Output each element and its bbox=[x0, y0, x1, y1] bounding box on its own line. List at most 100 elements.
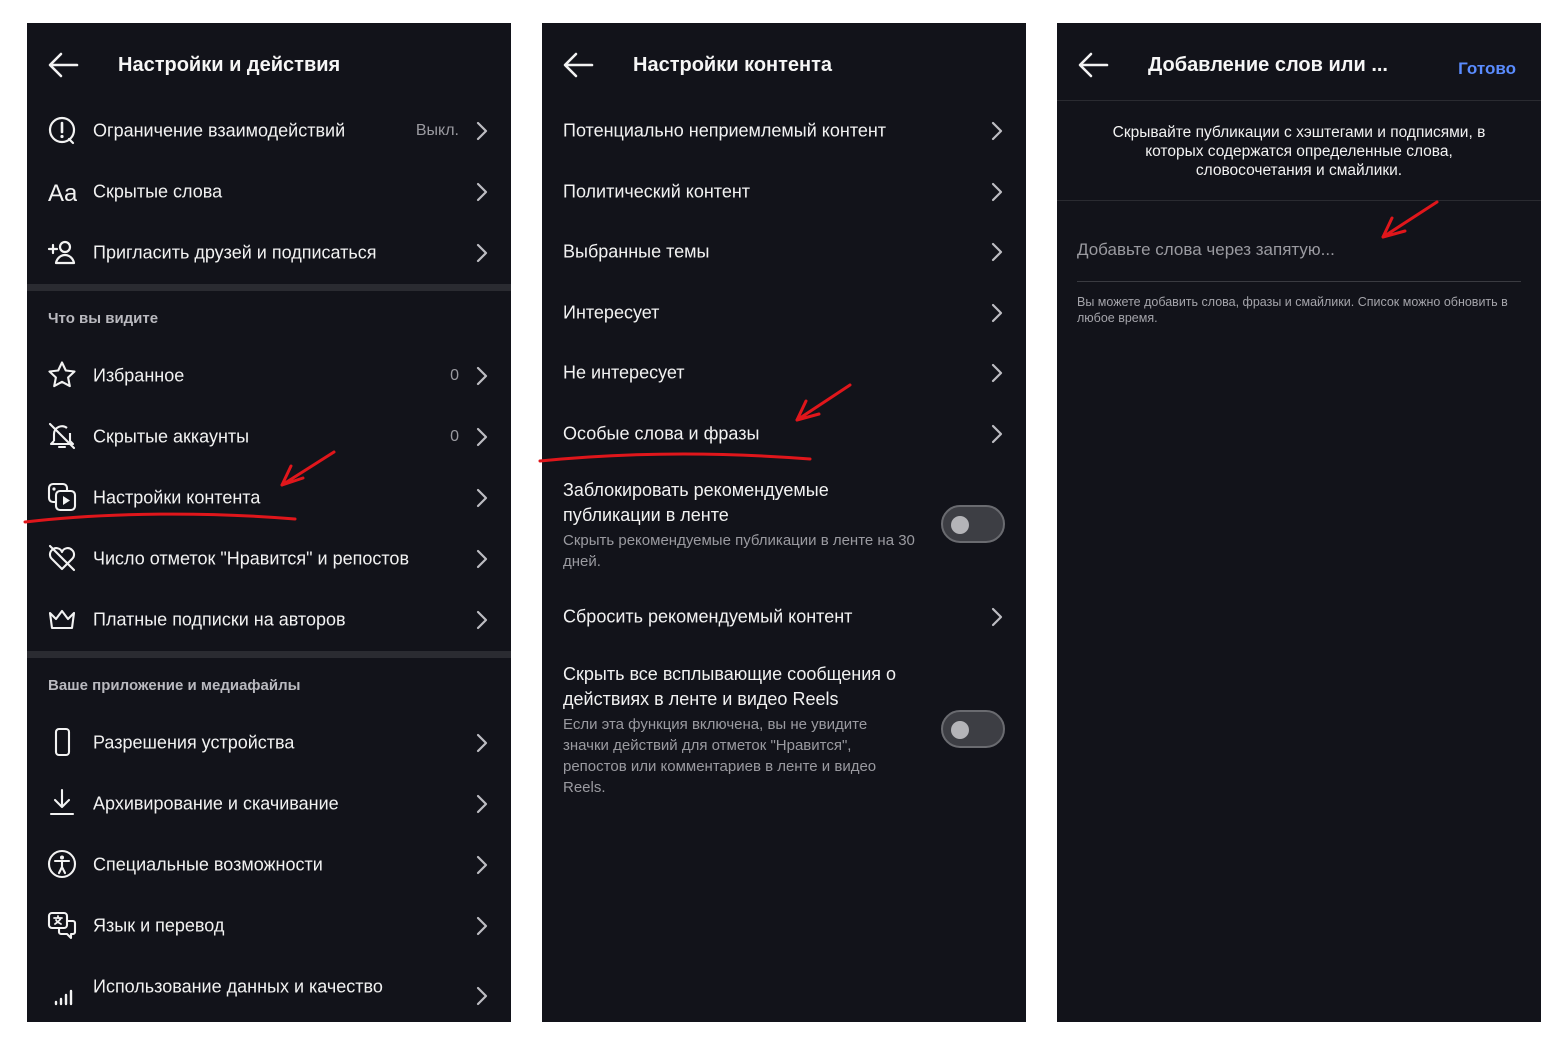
chevron-right-icon bbox=[476, 916, 488, 935]
row-label: Избранное bbox=[93, 365, 185, 385]
settings-row-invite-friends[interactable]: Пригласить друзей и подписаться bbox=[27, 222, 511, 283]
phone-icon bbox=[54, 727, 71, 757]
row-label: Скрытые слова bbox=[93, 181, 223, 201]
row-label: Число отметок "Нравится" и репостов bbox=[93, 548, 410, 568]
settings-row-archive-download[interactable]: Архивирование и скачивание bbox=[27, 773, 511, 834]
settings-row-data-usage[interactable]: Использование данных и качество bbox=[27, 956, 511, 1017]
row-label: Интересует bbox=[563, 302, 660, 322]
row-label: Архивирование и скачивание bbox=[93, 793, 339, 813]
input-underline bbox=[1077, 281, 1521, 282]
chevron-right-icon bbox=[476, 121, 488, 140]
chevron-right-icon bbox=[476, 549, 488, 568]
settings-row-content-settings[interactable]: Настройки контента bbox=[27, 467, 511, 528]
input-hint: Вы можете добавить слова, фразы и смайли… bbox=[1077, 295, 1508, 325]
chevron-right-icon bbox=[476, 488, 488, 507]
words-input[interactable]: Добавьте слова через запятую... bbox=[1077, 240, 1335, 260]
chevron-right-icon bbox=[991, 182, 1003, 201]
row-label: Использование данных и качество bbox=[93, 976, 383, 996]
page-title: Настройки контента bbox=[633, 54, 833, 76]
content-row-not-interested[interactable]: Не интересует bbox=[542, 342, 1026, 403]
settings-row-hidden-words[interactable]: Aa Скрытые слова bbox=[27, 161, 511, 222]
download-icon bbox=[49, 788, 75, 816]
chevron-right-icon bbox=[991, 303, 1003, 322]
settings-row-like-counts[interactable]: Число отметок "Нравится" и репостов bbox=[27, 528, 511, 589]
row-label: Особые слова и фразы bbox=[563, 423, 760, 443]
chevron-right-icon bbox=[991, 424, 1003, 443]
section-divider bbox=[27, 284, 511, 291]
alert-circle-icon bbox=[48, 116, 76, 145]
section-divider bbox=[27, 651, 511, 658]
toggle-knob bbox=[951, 516, 969, 534]
back-arrow-icon[interactable] bbox=[1077, 51, 1109, 79]
settings-row-accessibility[interactable]: Специальные возможности bbox=[27, 834, 511, 895]
settings-row-device-permissions[interactable]: Разрешения устройства bbox=[27, 712, 511, 773]
chevron-right-icon bbox=[476, 182, 488, 201]
chevron-right-icon bbox=[476, 794, 488, 813]
back-arrow-icon[interactable] bbox=[47, 51, 79, 79]
header: Настройки и действия bbox=[27, 23, 511, 107]
chevron-right-icon bbox=[476, 610, 488, 629]
row-value: Выкл. bbox=[415, 121, 459, 139]
content-row-selected-topics[interactable]: Выбранные темы bbox=[542, 221, 1026, 282]
content-settings-screen: Настройки контента Потенциально неприемл… bbox=[542, 23, 1026, 1022]
row-label: Сбросить рекомендуемый контент bbox=[563, 606, 853, 626]
setting-title: Заблокировать рекомендуемые публикации в… bbox=[563, 480, 829, 525]
section-header: Что вы видите bbox=[48, 310, 159, 327]
content-row-political[interactable]: Политический контент bbox=[542, 161, 1026, 222]
chevron-right-icon bbox=[476, 986, 488, 1006]
crown-icon bbox=[48, 609, 76, 630]
setting-description: Скрыть рекомендуемые публикации в ленте … bbox=[563, 532, 915, 570]
row-label: Скрытые аккаунты bbox=[93, 426, 250, 446]
section-header: Ваше приложение и медиафайлы bbox=[48, 677, 301, 694]
chevron-right-icon bbox=[476, 243, 488, 262]
signal-bars-icon bbox=[54, 989, 73, 1006]
settings-row-language[interactable]: Язык и перевод bbox=[27, 895, 511, 956]
content-row-interested[interactable]: Интересует bbox=[542, 282, 1026, 343]
settings-row-interaction-limits[interactable]: Ограничение взаимодействий Выкл. bbox=[27, 100, 511, 161]
add-user-icon bbox=[47, 240, 76, 265]
content-row-sensitive[interactable]: Потенциально неприемлемый контент bbox=[542, 100, 1026, 161]
chevron-right-icon bbox=[991, 363, 1003, 382]
row-value: 0 bbox=[450, 427, 459, 445]
row-label: Язык и перевод bbox=[93, 915, 225, 935]
content-media-icon bbox=[47, 482, 77, 512]
chevron-right-icon bbox=[991, 242, 1003, 261]
settings-row-paid-subscriptions[interactable]: Платные подписки на авторов bbox=[27, 589, 511, 650]
content-row-special-words[interactable]: Особые слова и фразы bbox=[542, 403, 1026, 464]
hidden-words-description: Скрывайте публикации с хэштегами и подпи… bbox=[1112, 124, 1486, 179]
row-label: Ограничение взаимодействий bbox=[93, 120, 346, 140]
done-button[interactable]: Готово bbox=[1458, 59, 1516, 79]
text-aa-icon: Aa bbox=[48, 180, 77, 206]
row-label: Политический контент bbox=[563, 181, 751, 201]
settings-and-actions-screen: Настройки и действия Ограничение взаимод… bbox=[27, 23, 511, 1022]
row-label: Настройки контента bbox=[93, 487, 261, 507]
header-divider bbox=[1057, 100, 1541, 101]
row-label: Потенциально неприемлемый контент bbox=[563, 120, 887, 140]
content-row-reset-suggested[interactable]: Сбросить рекомендуемый контент bbox=[542, 586, 1026, 647]
row-value: 0 bbox=[450, 366, 459, 384]
chevron-right-icon bbox=[991, 121, 1003, 140]
hide-activity-popups-toggle[interactable] bbox=[941, 710, 1005, 748]
settings-row-favorites[interactable]: Избранное 0 bbox=[27, 345, 511, 406]
accessibility-icon bbox=[47, 849, 77, 879]
row-label: Выбранные темы bbox=[563, 241, 710, 261]
setting-title: Скрыть все всплывающие сообщения о дейст… bbox=[563, 664, 897, 709]
block-suggested-posts-setting: Заблокировать рекомендуемые публикации в… bbox=[563, 478, 923, 572]
muted-bell-icon bbox=[48, 422, 76, 450]
hide-activity-popups-setting: Скрыть все всплывающие сообщения о дейст… bbox=[563, 662, 923, 798]
svg-text:Aa: Aa bbox=[48, 180, 77, 206]
header: Настройки контента bbox=[542, 23, 1026, 107]
settings-row-hidden-accounts[interactable]: Скрытые аккаунты 0 bbox=[27, 406, 511, 467]
row-label: Не интересует bbox=[563, 362, 685, 382]
back-arrow-icon[interactable] bbox=[562, 51, 594, 79]
add-words-screen: Добавление слов или ... Готово Скрывайте… bbox=[1057, 23, 1541, 1022]
chevron-right-icon bbox=[476, 366, 488, 385]
setting-description: Если эта функция включена, вы не увидите… bbox=[563, 716, 877, 796]
header: Добавление слов или ... Готово bbox=[1057, 23, 1541, 107]
star-icon bbox=[48, 361, 76, 388]
block-suggested-posts-toggle[interactable] bbox=[941, 505, 1005, 543]
row-label: Специальные возможности bbox=[93, 854, 323, 874]
section-divider bbox=[1057, 200, 1541, 201]
chevron-right-icon bbox=[476, 855, 488, 874]
row-label: Платные подписки на авторов bbox=[93, 609, 346, 629]
